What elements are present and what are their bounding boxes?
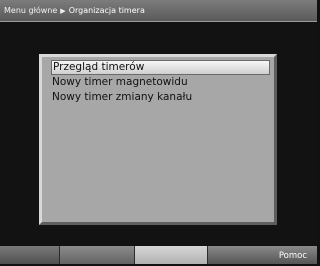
yellow-function-key[interactable]: [134, 246, 207, 264]
page-title: Organizacja timera: [68, 6, 145, 15]
timer-menu-list: Przegląd timerów Nowy timer magnetowidu …: [51, 60, 270, 105]
breadcrumb-root[interactable]: Menu główne: [4, 6, 57, 15]
timer-menu-panel: Przegląd timerów Nowy timer magnetowidu …: [39, 54, 277, 225]
menu-item-new-vcr-timer[interactable]: Nowy timer magnetowidu: [51, 75, 270, 90]
help-button[interactable]: Pomoc: [207, 246, 317, 264]
function-key-bar: Pomoc: [0, 246, 317, 264]
breadcrumb-separator-icon: ▶: [60, 6, 66, 15]
green-function-key[interactable]: [59, 246, 134, 264]
menu-item-timer-overview[interactable]: Przegląd timerów: [51, 60, 270, 75]
red-function-key[interactable]: [0, 246, 59, 264]
menu-item-new-channel-switch-timer[interactable]: Nowy timer zmiany kanału: [51, 90, 270, 105]
breadcrumb: Menu główne ▶ Organizacja timera: [0, 0, 317, 22]
screen-area: Przegląd timerów Nowy timer magnetowidu …: [0, 23, 317, 245]
